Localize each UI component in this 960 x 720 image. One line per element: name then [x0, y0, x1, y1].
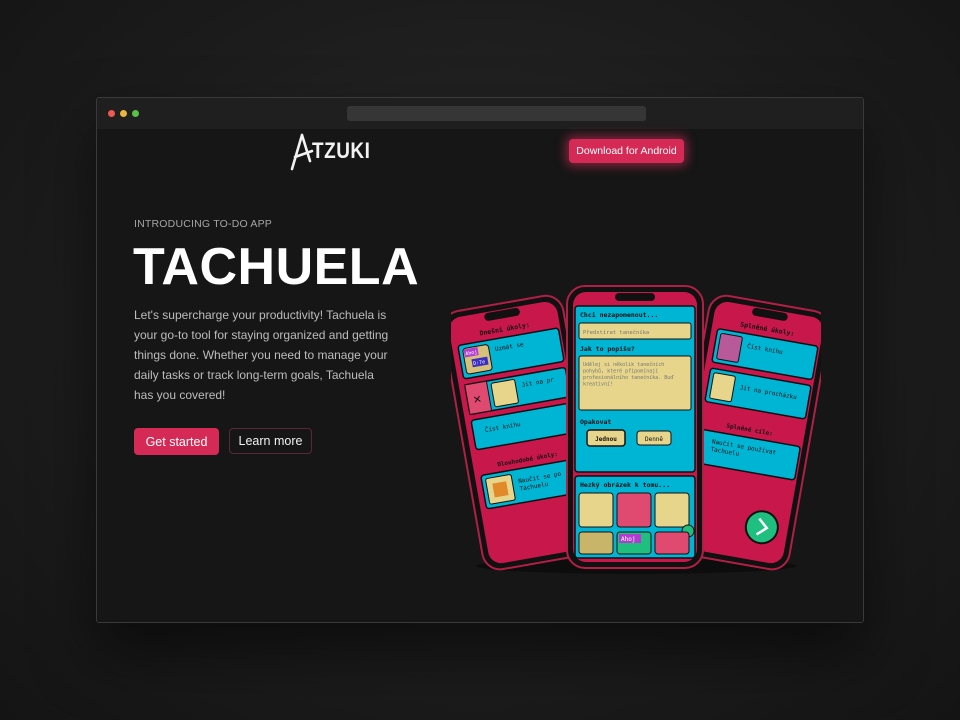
center-badge: Ahoj	[621, 536, 635, 543]
center-q2: Jak to popíšu?	[580, 345, 635, 353]
maximize-window-dot[interactable]	[132, 110, 139, 117]
image-option-runner[interactable]	[578, 492, 614, 528]
minimize-window-dot[interactable]	[120, 110, 127, 117]
phone-center: Chci nezapomenout... Předstírat tanečník…	[566, 285, 704, 569]
get-started-button[interactable]: Get started	[134, 428, 219, 455]
browser-window: TZUKI Download for Android INTRODUCING T…	[96, 97, 864, 623]
eyebrow-text: INTRODUCING TO-DO APP	[134, 218, 272, 230]
download-android-button[interactable]: Download for Android	[569, 139, 684, 163]
browser-titlebar	[97, 98, 863, 129]
scrollbar[interactable]	[121, 622, 147, 623]
center-q1: Chci nezapomenout...	[580, 311, 658, 319]
center-image-label: Hezký obrázek k tomu...	[580, 481, 670, 489]
logo-a-icon	[290, 133, 314, 171]
address-bar[interactable]	[347, 106, 646, 121]
hero-description: Let's supercharge your productivity! Tac…	[134, 308, 389, 402]
center-input-value: Předstírat tanečníka	[583, 329, 649, 336]
page-title: TACHUELA	[133, 238, 420, 296]
landing-page: TZUKI Download for Android INTRODUCING T…	[97, 129, 863, 623]
opt-daily-label: Denně	[645, 436, 663, 443]
image-option-coconut[interactable]	[616, 492, 652, 528]
center-repeat-label: Opakovat	[580, 418, 611, 426]
logo-text: TZUKI	[312, 139, 371, 164]
cpu-icon	[492, 481, 509, 498]
close-window-dot[interactable]	[108, 110, 115, 117]
image-option-dancer[interactable]	[654, 492, 690, 528]
learn-more-button[interactable]: Learn more	[229, 428, 312, 454]
logo[interactable]: TZUKI	[290, 133, 370, 171]
opt-once-label: Jednou	[595, 436, 617, 443]
app-mockup-phones: Dnešní úkoly: Ahoj D:7e Uzmát se ✕ Jít n…	[451, 285, 821, 574]
